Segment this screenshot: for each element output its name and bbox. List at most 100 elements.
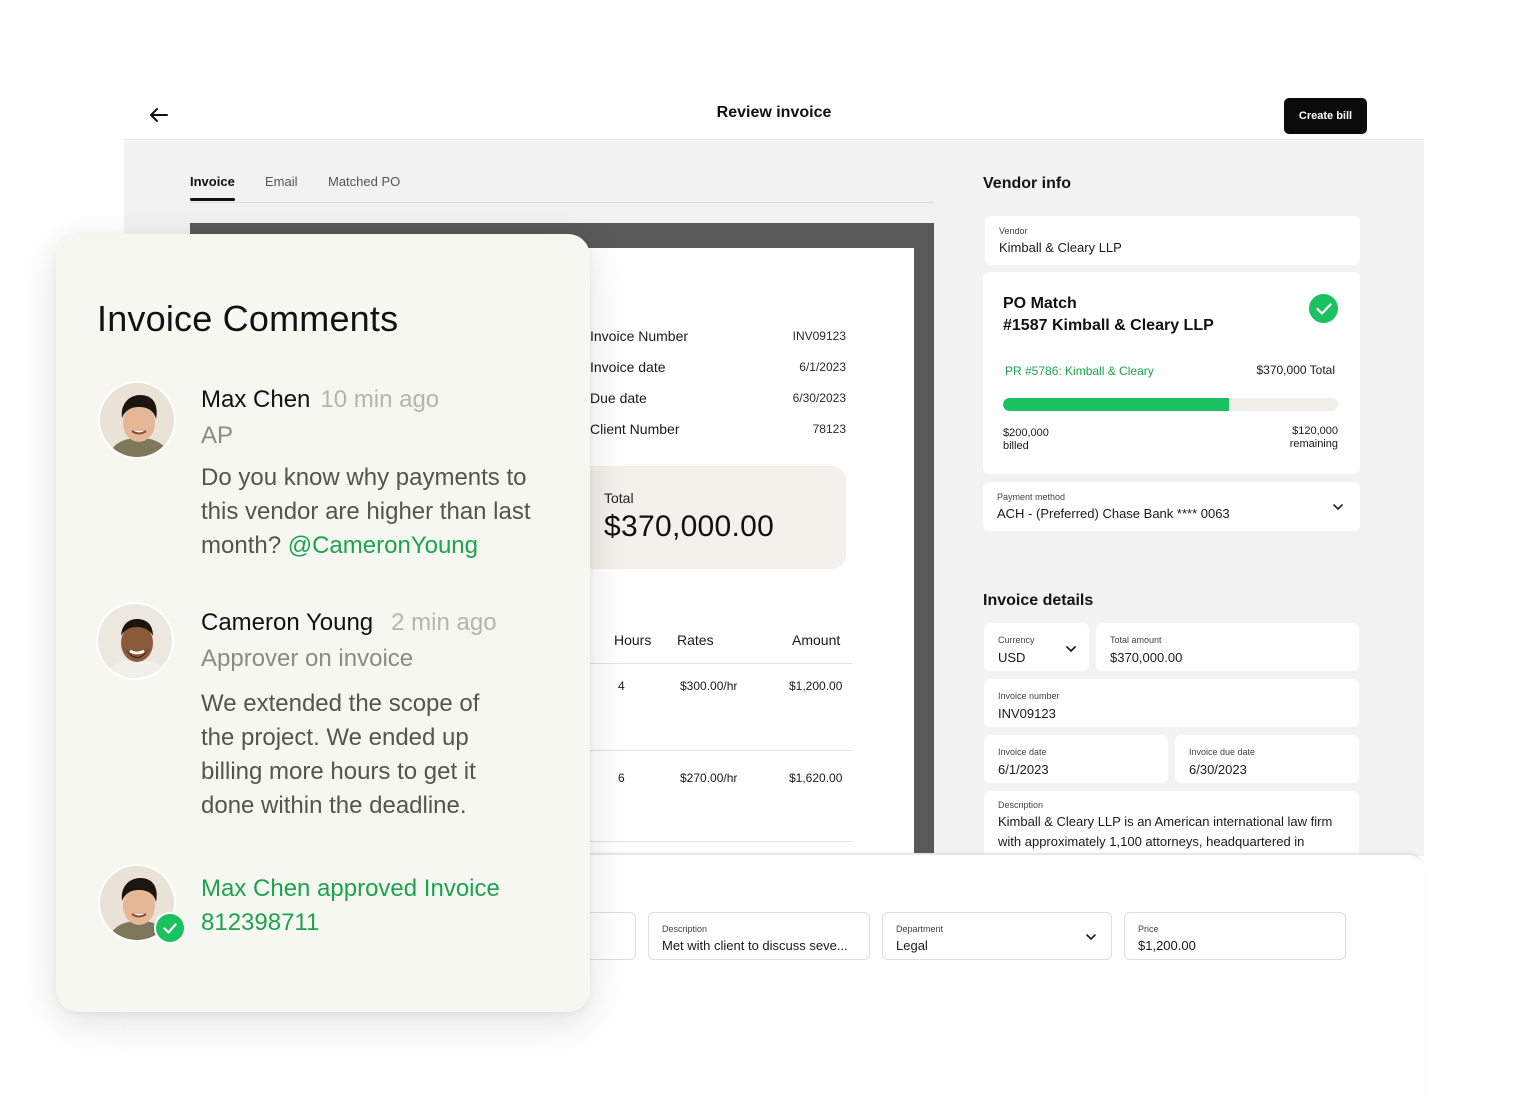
doc-label-invoice-number: Invoice Number xyxy=(590,328,689,344)
app-header: Review invoice Create bill xyxy=(124,90,1424,140)
vendor-info-title: Vendor info xyxy=(983,175,1071,192)
po-match-title-line1: PO Match xyxy=(1003,295,1077,312)
currency-label: Currency xyxy=(998,635,1035,645)
department-label: Department xyxy=(896,924,944,934)
po-billed-label: billed xyxy=(1003,440,1029,452)
comment-author-name: Cameron Young xyxy=(201,609,374,636)
invoice-comments-panel: Invoice Comments Max Chen 10 min ago AP D… xyxy=(56,234,590,1012)
invoice-date-label: Invoice date xyxy=(998,747,1047,757)
po-match-title-line2: #1587 Kimball & Cleary LLP xyxy=(1003,317,1214,334)
vendor-field[interactable]: Vendor Kimball & Cleary LLP xyxy=(985,216,1360,265)
mention-link[interactable]: @CameronYoung xyxy=(288,532,478,559)
po-match-title: PO Match #1587 Kimball & Cleary LLP xyxy=(1003,293,1214,337)
comment-body: Do you know why payments to this vendor … xyxy=(201,461,546,563)
check-icon xyxy=(1309,294,1338,323)
comment-author: Max Chen 10 min ago xyxy=(201,386,439,414)
doc-label-due-date: Due date xyxy=(590,390,647,406)
po-billed-amount: $200,000 xyxy=(1003,427,1049,439)
tab-invoice[interactable]: Invoice xyxy=(190,174,235,201)
invoice-date-value: 6/1/2023 xyxy=(998,762,1049,777)
doc-value-invoice-date: 6/1/2023 xyxy=(799,360,846,374)
tab-matched-po[interactable]: Matched PO xyxy=(328,174,400,200)
table-header-hours: Hours xyxy=(614,632,652,648)
table-divider xyxy=(574,841,852,842)
doc-label-client-number: Client Number xyxy=(590,421,680,437)
payment-method-select[interactable]: Payment method ACH - (Preferred) Chase B… xyxy=(983,482,1360,531)
invoice-number-field[interactable]: Invoice number INV09123 xyxy=(984,679,1359,727)
po-billed: $200,000 billed xyxy=(1003,427,1049,453)
approval-message: Max Chen approved Invoice 812398711 xyxy=(201,875,500,936)
invoice-details-title: Invoice details xyxy=(983,592,1094,609)
vendor-label: Vendor xyxy=(999,226,1028,236)
chevron-down-icon xyxy=(1086,934,1096,940)
currency-value: USD xyxy=(998,650,1026,665)
price-value: $1,200.00 xyxy=(1138,938,1196,953)
table-cell-rate: $270.00/hr xyxy=(680,771,738,785)
tab-email[interactable]: Email xyxy=(265,174,298,200)
chevron-down-icon xyxy=(1066,646,1076,652)
comment-body: We extended the scope of the project. We… xyxy=(201,690,480,819)
tab-bar: Invoice Email Matched PO xyxy=(190,171,934,203)
total-amount-value: $370,000.00 xyxy=(1110,650,1183,665)
po-remaining-amount: $120,000 xyxy=(1292,425,1338,437)
invoice-number-value: INV09123 xyxy=(998,706,1056,721)
table-divider xyxy=(574,750,852,751)
payment-method-label: Payment method xyxy=(997,492,1066,502)
line-item-description-value: Met with client to discuss seve... xyxy=(662,938,848,953)
description-field[interactable]: Description Kimball & Cleary LLP is an A… xyxy=(984,791,1359,856)
table-cell-amount: $1,200.00 xyxy=(789,679,843,693)
avatar xyxy=(98,381,176,459)
po-progress-fill xyxy=(1003,398,1230,411)
table-header-amount: Amount xyxy=(792,632,841,648)
price-field[interactable]: Price $1,200.00 xyxy=(1124,912,1346,960)
invoice-date-field[interactable]: Invoice date 6/1/2023 xyxy=(984,735,1168,783)
po-remaining: $120,000 remaining xyxy=(1290,425,1338,451)
total-box: Total $370,000.00 xyxy=(574,466,846,569)
vendor-value: Kimball & Cleary LLP xyxy=(999,240,1122,255)
description-value: Kimball & Cleary LLP is an American inte… xyxy=(998,814,1333,849)
price-label: Price xyxy=(1138,924,1159,934)
line-item-description-field[interactable]: Description Met with client to discuss s… xyxy=(648,912,870,960)
total-amount-field[interactable]: Total amount $370,000.00 xyxy=(1096,623,1359,671)
invoice-due-date-field[interactable]: Invoice due date 6/30/2023 xyxy=(1175,735,1359,783)
comments-title: Invoice Comments xyxy=(97,298,399,339)
table-header-rates: Rates xyxy=(677,632,714,648)
table-cell-hours: 6 xyxy=(618,771,625,785)
table-cell-rate: $300.00/hr xyxy=(680,679,738,693)
avatar xyxy=(96,602,174,680)
table-cell-hours: 4 xyxy=(618,679,625,693)
comment-time: 10 min ago xyxy=(320,386,440,413)
invoice-due-date-value: 6/30/2023 xyxy=(1189,762,1247,777)
line-item-description-label: Description xyxy=(662,924,708,934)
description-label: Description xyxy=(998,800,1044,810)
doc-value-client-number: 78123 xyxy=(812,422,846,436)
po-total: $370,000 Total xyxy=(1256,363,1335,377)
po-match-card: PO Match #1587 Kimball & Cleary LLP PR #… xyxy=(983,272,1360,474)
comment-author-role: AP xyxy=(201,422,234,449)
comment-author-role: Approver on invoice xyxy=(201,645,414,672)
invoice-due-date-label: Invoice due date xyxy=(1189,747,1256,757)
doc-label-invoice-date: Invoice date xyxy=(590,359,666,375)
chevron-down-icon xyxy=(1333,504,1343,510)
page-title: Review invoice xyxy=(716,104,832,121)
po-progress-bar xyxy=(1003,398,1338,411)
total-amount-label: Total amount xyxy=(1110,635,1162,645)
department-select[interactable]: Department Legal xyxy=(882,912,1112,960)
comment-time: 2 min ago xyxy=(391,609,497,636)
pr-link[interactable]: PR #5786: Kimball & Cleary xyxy=(1005,364,1154,378)
create-bill-button[interactable]: Create bill xyxy=(1284,98,1367,134)
table-cell-amount: $1,620.00 xyxy=(789,771,843,785)
doc-value-invoice-number: INV09123 xyxy=(792,329,846,343)
check-icon xyxy=(154,912,186,944)
table-divider xyxy=(574,663,852,664)
currency-select[interactable]: Currency USD xyxy=(984,623,1089,671)
comment-author: Cameron Young 2 min ago xyxy=(201,609,497,637)
total-value: $370,000.00 xyxy=(604,510,775,543)
comment-author-name: Max Chen xyxy=(201,386,311,413)
doc-value-due-date: 6/30/2023 xyxy=(792,391,846,405)
payment-method-value: ACH - (Preferred) Chase Bank **** 0063 xyxy=(997,506,1230,521)
total-label: Total xyxy=(604,490,634,506)
invoice-number-label: Invoice number xyxy=(998,691,1060,701)
department-value: Legal xyxy=(896,938,928,953)
po-remaining-label: remaining xyxy=(1289,438,1338,450)
